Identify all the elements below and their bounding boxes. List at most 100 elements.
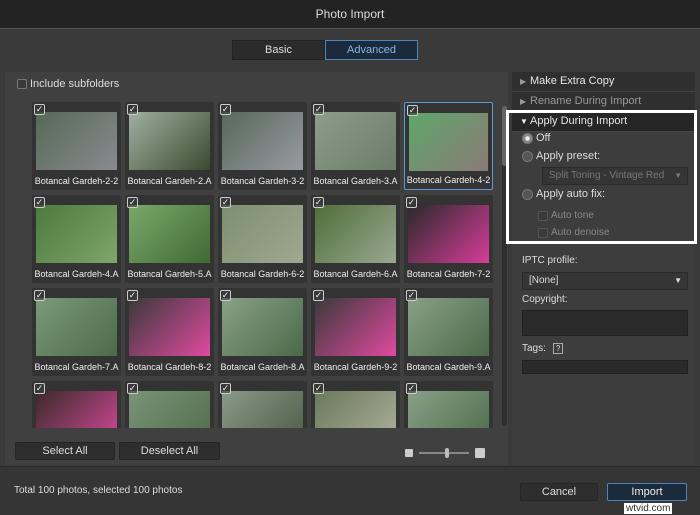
photo-thumbnail[interactable] (36, 205, 117, 263)
select-all-button[interactable]: Select All (15, 442, 115, 460)
photo-thumbnail[interactable] (408, 391, 489, 428)
photo-name: Botancal Gardeh-6-2 (220, 269, 305, 279)
photo-tile[interactable]: ✓ Botancal Gardeh-4.A (32, 195, 121, 283)
photo-tile[interactable]: ✓ Botancal Gardeh-6.A (311, 195, 400, 283)
tab-advanced[interactable]: Advanced (325, 40, 418, 60)
tags-label: Tags: (522, 343, 546, 354)
photo-name: Botancal Gardeh-3-2 (220, 176, 305, 186)
tab-basic[interactable]: Basic (232, 40, 325, 60)
photo-checkbox[interactable]: ✓ (313, 197, 324, 208)
photo-thumbnail[interactable] (315, 205, 396, 263)
import-button[interactable]: Import (607, 483, 687, 501)
make-extra-copy-section[interactable]: ▶ Make Extra Copy (512, 72, 695, 92)
photo-tile[interactable]: ✓ Botancal Gardeh-4-2 (404, 102, 493, 190)
copyright-label: Copyright: (522, 294, 568, 305)
photo-checkbox[interactable]: ✓ (406, 197, 417, 208)
photo-thumbnail[interactable] (36, 298, 117, 356)
status-text: Total 100 photos, selected 100 photos (14, 485, 183, 496)
photo-thumbnail[interactable] (129, 205, 210, 263)
photo-thumbnail[interactable] (129, 112, 210, 170)
photo-name: Botancal Gardeh-7-2 (406, 269, 491, 279)
photo-checkbox[interactable]: ✓ (127, 104, 138, 115)
photo-name: Botancal Gardeh-3.A (313, 176, 398, 186)
include-subfolders-label: Include subfolders (30, 78, 120, 90)
photo-checkbox[interactable]: ✓ (127, 197, 138, 208)
photo-checkbox[interactable]: ✓ (127, 290, 138, 301)
photo-checkbox[interactable]: ✓ (34, 290, 45, 301)
photo-checkbox[interactable]: ✓ (220, 104, 231, 115)
photo-thumbnail[interactable] (36, 391, 117, 428)
photo-name: Botancal Gardeh-9.A (406, 362, 491, 372)
chevron-down-icon: ▼ (674, 276, 682, 285)
include-subfolders-checkbox[interactable] (17, 79, 27, 89)
photo-checkbox[interactable]: ✓ (220, 383, 231, 394)
photo-checkbox[interactable]: ✓ (34, 383, 45, 394)
photo-tile[interactable]: ✓ Botancal Gardeh-2.A (125, 102, 214, 190)
photo-checkbox[interactable]: ✓ (313, 104, 324, 115)
photo-checkbox[interactable]: ✓ (313, 290, 324, 301)
photo-thumbnail[interactable] (315, 112, 396, 170)
photo-thumbnail[interactable] (129, 391, 210, 428)
photo-thumbnail[interactable] (315, 298, 396, 356)
photo-tile[interactable]: ✓ Botancal Gardeh-9-2 (311, 288, 400, 376)
photo-tile[interactable]: ✓ Botancal Gardeh-2-2 (32, 102, 121, 190)
slider-knob[interactable] (444, 448, 449, 458)
footer: Total 100 photos, selected 100 photos Ca… (0, 466, 700, 515)
photo-thumbnail[interactable] (129, 298, 210, 356)
photo-checkbox[interactable]: ✓ (127, 383, 138, 394)
photo-thumbnail[interactable] (222, 205, 303, 263)
photo-tile[interactable]: ✓ Botancal Gardeh-3.A (311, 102, 400, 190)
photo-checkbox[interactable]: ✓ (406, 383, 417, 394)
watermark: wtvid.com (624, 503, 673, 514)
photo-tile[interactable]: ✓ (32, 381, 121, 428)
window-title: Photo Import (0, 0, 700, 29)
photo-name: Botancal Gardeh-9-2 (313, 362, 398, 372)
highlight-box (506, 110, 697, 244)
photo-tile[interactable]: ✓ (218, 381, 307, 428)
photo-thumbnail[interactable] (408, 205, 489, 263)
large-thumbnail-icon[interactable] (475, 448, 485, 458)
photo-thumbnail[interactable] (409, 113, 488, 171)
photo-browser: Include subfolders ✓ Botancal Gardeh-2-2… (5, 72, 508, 465)
thumbnail-size-slider[interactable] (405, 448, 485, 458)
photo-tile[interactable]: ✓ Botancal Gardeh-9.A (404, 288, 493, 376)
photo-thumbnail[interactable] (222, 298, 303, 356)
small-thumbnail-icon[interactable] (405, 449, 413, 457)
photo-thumbnail[interactable] (222, 391, 303, 428)
photo-thumbnail[interactable] (315, 391, 396, 428)
photo-thumbnail[interactable] (222, 112, 303, 170)
photo-tile[interactable]: ✓ (404, 381, 493, 428)
photo-tile[interactable]: ✓ Botancal Gardeh-7-2 (404, 195, 493, 283)
copyright-field[interactable] (522, 310, 688, 336)
photo-tile[interactable]: ✓ Botancal Gardeh-7.A (32, 288, 121, 376)
photo-tile[interactable]: ✓ Botancal Gardeh-8-2 (125, 288, 214, 376)
photo-thumbnail[interactable] (36, 112, 117, 170)
iptc-profile-label: IPTC profile: (522, 255, 578, 266)
photo-tile[interactable]: ✓ Botancal Gardeh-8.A (218, 288, 307, 376)
mode-tabs: Basic Advanced (232, 40, 418, 60)
slider-track[interactable] (419, 448, 469, 458)
include-subfolders-option[interactable]: Include subfolders (17, 78, 119, 90)
photo-checkbox[interactable]: ✓ (34, 197, 45, 208)
photo-checkbox[interactable]: ✓ (313, 383, 324, 394)
photo-tile[interactable]: ✓ Botancal Gardeh-6-2 (218, 195, 307, 283)
iptc-profile-dropdown[interactable]: [None] ▼ (522, 272, 688, 290)
tags-field[interactable] (522, 360, 688, 374)
photo-checkbox[interactable]: ✓ (406, 290, 417, 301)
tags-help-icon[interactable]: ? (552, 343, 564, 354)
photo-checkbox[interactable]: ✓ (220, 197, 231, 208)
cancel-button[interactable]: Cancel (520, 483, 598, 501)
rename-during-import-section[interactable]: ▶ Rename During Import (512, 92, 695, 112)
photo-checkbox[interactable]: ✓ (220, 290, 231, 301)
expand-icon: ▶ (520, 97, 527, 106)
photo-thumbnail[interactable] (408, 298, 489, 356)
photo-checkbox[interactable]: ✓ (407, 105, 418, 116)
photo-tile[interactable]: ✓ (311, 381, 400, 428)
photo-checkbox[interactable]: ✓ (34, 104, 45, 115)
photo-tile[interactable]: ✓ Botancal Gardeh-5.A (125, 195, 214, 283)
photo-tile[interactable]: ✓ (125, 381, 214, 428)
expand-icon: ▶ (520, 77, 527, 86)
deselect-all-button[interactable]: Deselect All (119, 442, 220, 460)
photo-name: Botancal Gardeh-2-2 (34, 176, 119, 186)
photo-tile[interactable]: ✓ Botancal Gardeh-3-2 (218, 102, 307, 190)
